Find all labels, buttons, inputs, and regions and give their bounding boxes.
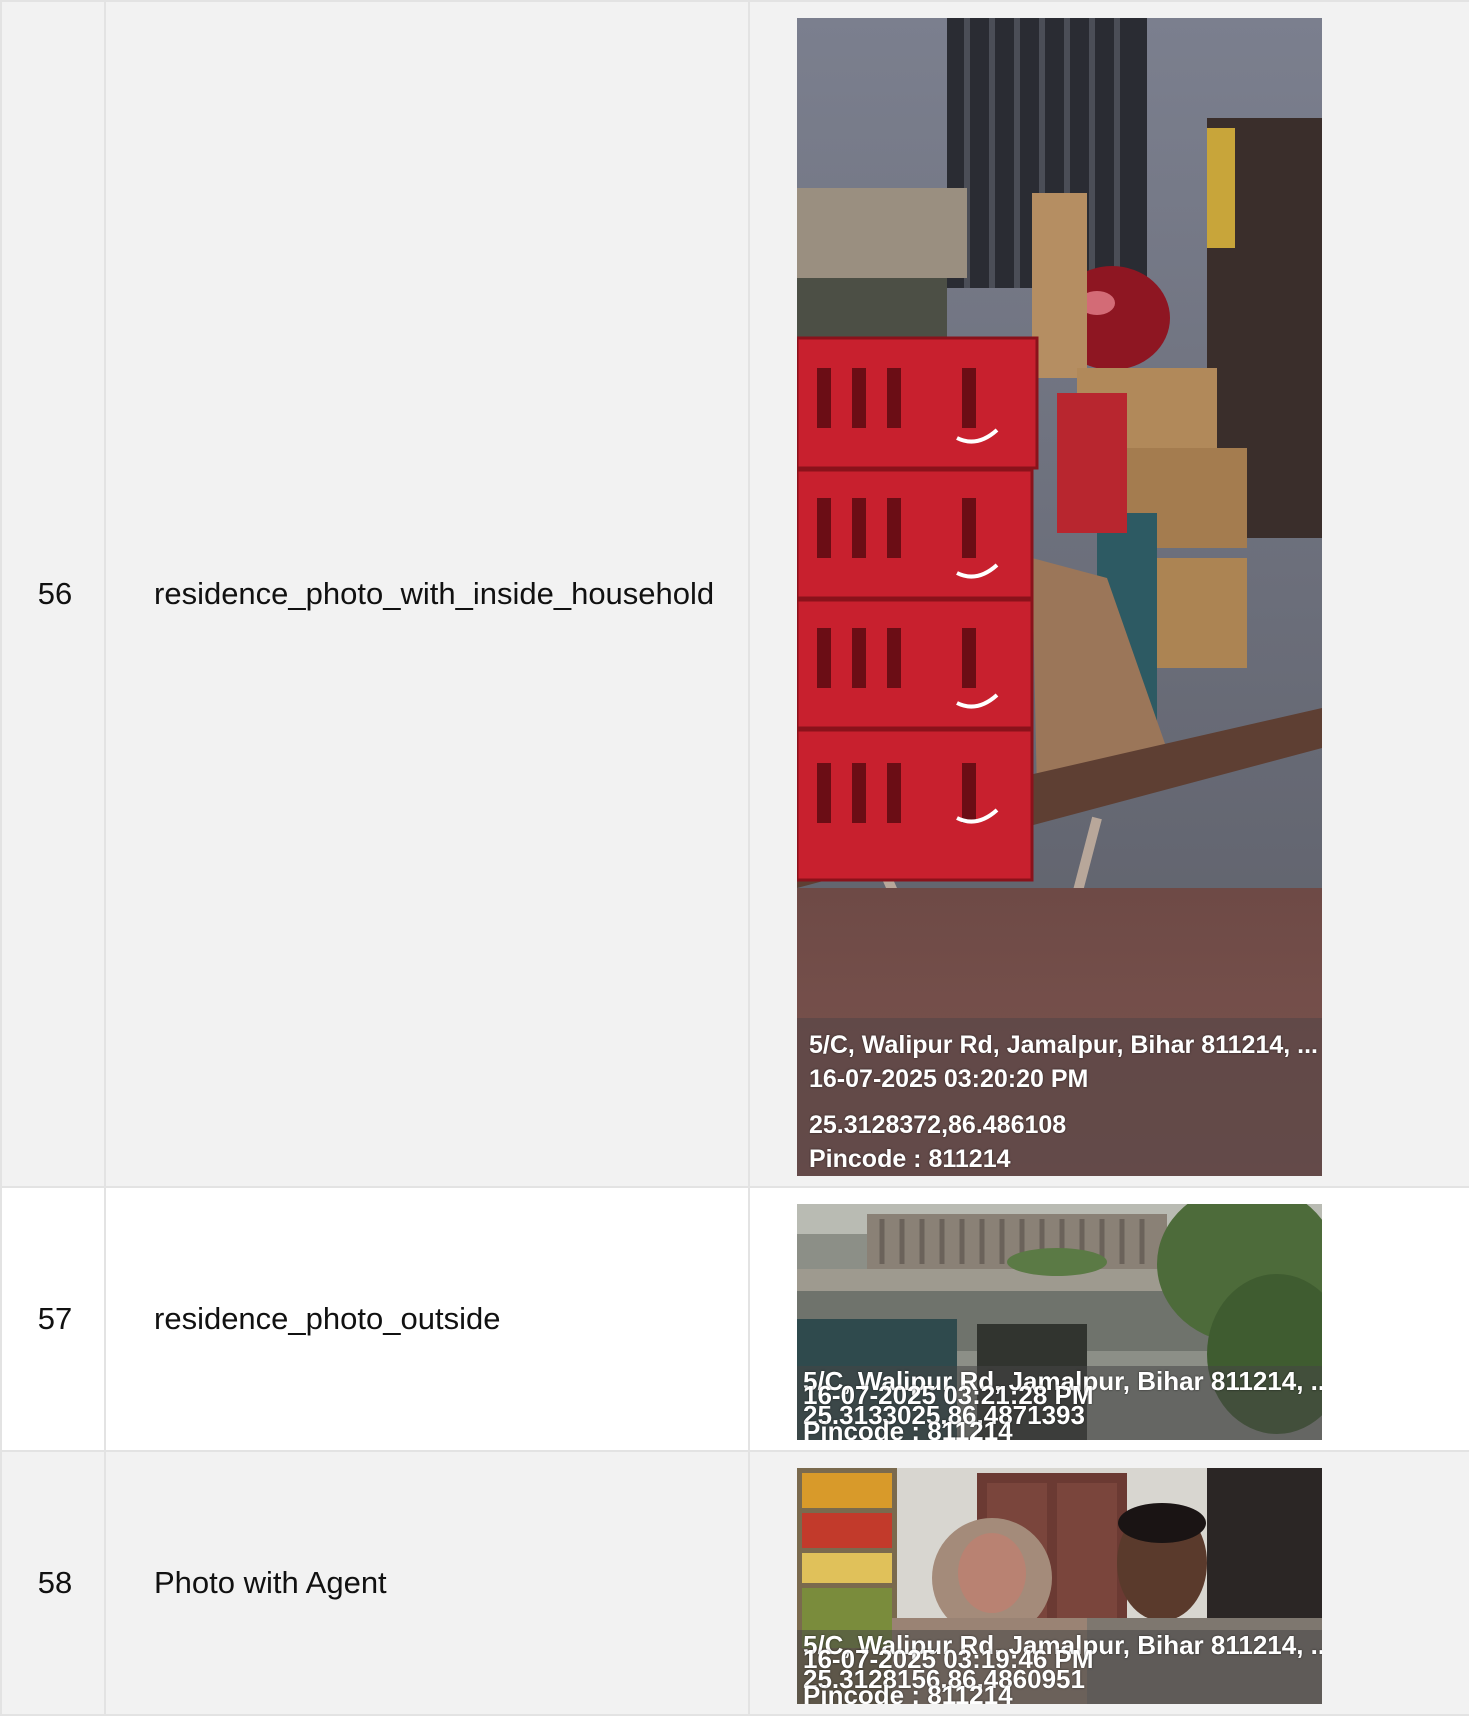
photo-cell: 5/C, Walipur Rd, Jamalpur, Bihar 811214,… <box>748 1186 1469 1452</box>
table-row: 57 residence_photo_outside 5/C, Walipur … <box>0 1186 1469 1452</box>
photo-stamp: 5/C, Walipur Rd, Jamalpur, Bihar 811214,… <box>797 1630 1322 1704</box>
stamp-coordinates: 25.3128372,86.486108 <box>809 1111 1067 1139</box>
row-label: residence_photo_with_inside_household <box>104 0 750 1188</box>
row-label: residence_photo_outside <box>104 1186 750 1452</box>
house-exterior-photo[interactable]: 5/C, Walipur Rd, Jamalpur, Bihar 811214,… <box>797 1204 1322 1440</box>
row-number: 56 <box>0 0 106 1188</box>
photo-stamp: 5/C, Walipur Rd, Jamalpur, Bihar 811214,… <box>797 1366 1322 1440</box>
photo-cell: 5/C, Walipur Rd, Jamalpur, Bihar 811214,… <box>748 1450 1469 1716</box>
photo-drawing <box>797 18 1322 1176</box>
stamp-pincode: Pincode : 811214 <box>803 1680 1013 1704</box>
household-interior-photo[interactable]: 5/C, Walipur Rd, Jamalpur, Bihar 811214,… <box>797 18 1322 1176</box>
document-table: 56 residence_photo_with_inside_household <box>0 0 1469 1716</box>
stamp-pincode: Pincode : 811214 <box>803 1416 1013 1440</box>
stamp-pincode: Pincode : 811214 <box>809 1145 1011 1173</box>
stamp-datetime: 16-07-2025 03:20:20 PM <box>809 1065 1089 1093</box>
row-number: 57 <box>0 1186 106 1452</box>
stamp-address: 5/C, Walipur Rd, Jamalpur, Bihar 811214,… <box>809 1031 1318 1059</box>
row-number: 58 <box>0 1450 106 1716</box>
agent-selfie-photo[interactable]: 5/C, Walipur Rd, Jamalpur, Bihar 811214,… <box>797 1468 1322 1704</box>
row-label: Photo with Agent <box>104 1450 750 1716</box>
table-row: 58 Photo with Agent 5/C, Walipur Rd, Jam… <box>0 1450 1469 1716</box>
crates <box>797 336 1039 882</box>
table-row: 56 residence_photo_with_inside_household <box>0 0 1469 1188</box>
photo-stamp: 5/C, Walipur Rd, Jamalpur, Bihar 811214,… <box>797 1018 1322 1176</box>
photo-cell: 5/C, Walipur Rd, Jamalpur, Bihar 811214,… <box>748 0 1469 1188</box>
